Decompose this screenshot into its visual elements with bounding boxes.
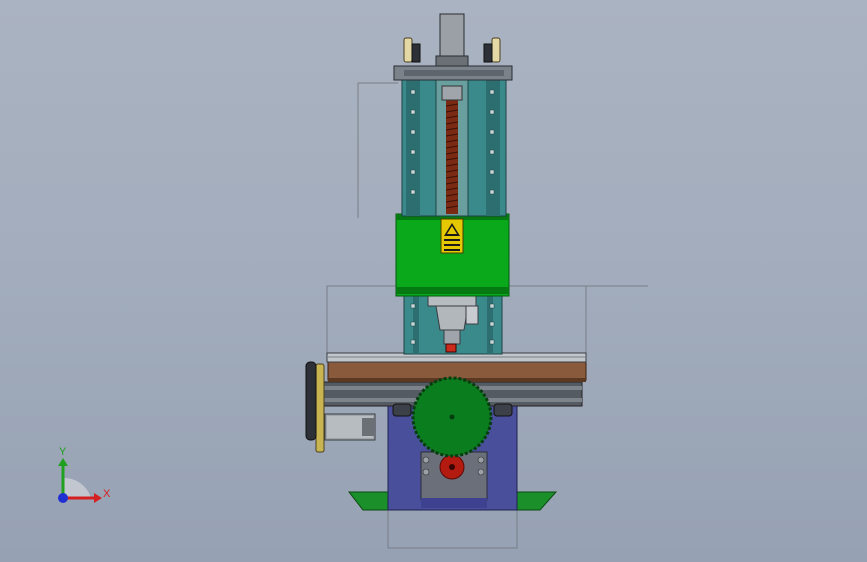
top-motor[interactable]: [435, 13, 469, 67]
side-motor[interactable]: [324, 413, 376, 441]
model-scene[interactable]: Y X: [0, 0, 867, 562]
graphics-viewport[interactable]: Y X: [0, 0, 867, 562]
main-gear[interactable]: [411, 376, 493, 458]
coordinate-triad: Y X: [58, 446, 111, 503]
y-axis-label: Y: [59, 446, 67, 458]
x-axis-label: X: [103, 488, 111, 500]
handwheel[interactable]: [305, 361, 325, 453]
z-axis-dot: [58, 493, 68, 503]
red-pinion-gear[interactable]: [439, 454, 465, 480]
warning-label: [440, 218, 464, 254]
top-plate[interactable]: [393, 65, 513, 81]
